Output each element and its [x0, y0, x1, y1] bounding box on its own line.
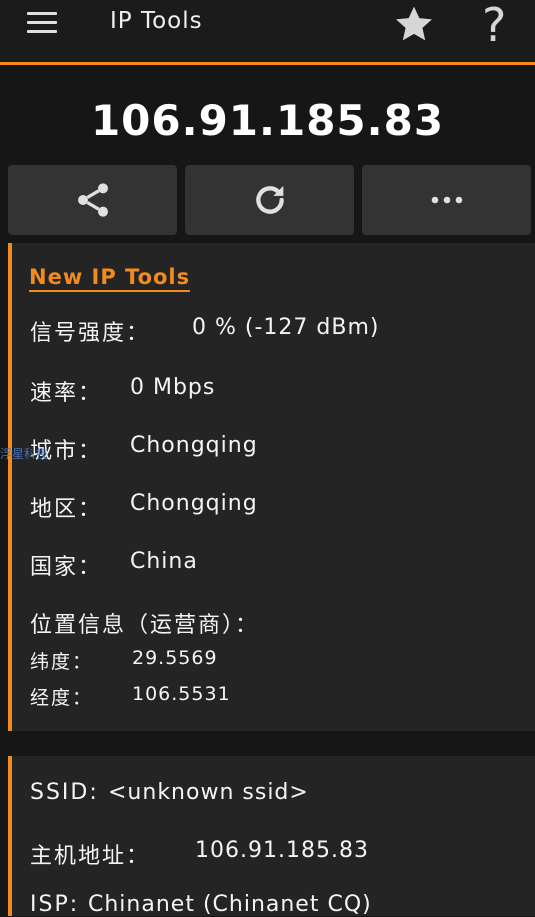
country-value: China: [130, 549, 198, 574]
ssid-value: <unknown ssid>: [108, 780, 309, 805]
host-row: 主机地址： 106.91.185.83: [30, 838, 368, 870]
location-heading-text: 位置信息（运营商）：: [30, 613, 260, 638]
latitude-value: 29.5569: [132, 647, 218, 669]
longitude-label: 经度：: [30, 687, 94, 709]
region-label: 地区：: [30, 497, 103, 522]
host-label: 主机地址：: [30, 844, 151, 869]
app-title: IP Tools: [110, 8, 203, 34]
more-button[interactable]: [362, 165, 531, 235]
city-value: Chongqing: [130, 433, 258, 458]
ssid-row: SSID: <unknown ssid>: [30, 780, 308, 805]
isp-value: Chinanet (Chinanet CQ): [88, 892, 372, 917]
isp-label: ISP:: [30, 892, 80, 917]
more-dots-icon: [431, 196, 462, 204]
ip-info-card: New IP Tools 信号强度： 0 % (-127 dBm) 速率： 0 …: [8, 243, 535, 731]
ssid-label: SSID:: [30, 780, 99, 805]
latitude-label: 纬度：: [30, 651, 94, 673]
country-row: 国家： China: [30, 549, 197, 581]
longitude-row: 经度： 106.5531: [30, 683, 230, 710]
ip-address-display: 106.91.185.83: [90, 96, 445, 145]
share-icon: [77, 183, 108, 217]
app-bar: IP Tools ?: [0, 0, 535, 65]
help-icon[interactable]: ?: [482, 0, 506, 52]
star-icon[interactable]: [392, 2, 436, 46]
share-button[interactable]: [8, 165, 177, 235]
speed-label: 速率：: [30, 381, 103, 406]
speed-value: 0 Mbps: [130, 375, 216, 400]
watermark-text: 浮星科技: [0, 447, 49, 461]
speed-row: 速率： 0 Mbps: [30, 375, 214, 407]
signal-value: 0 % (-127 dBm): [192, 315, 380, 340]
signal-label: 信号强度：: [30, 321, 151, 346]
signal-row: 信号强度： 0 % (-127 dBm): [30, 315, 378, 347]
country-label: 国家：: [30, 555, 103, 580]
network-card: SSID: <unknown ssid> 主机地址： 106.91.185.83…: [8, 756, 535, 917]
host-value: 106.91.185.83: [195, 838, 369, 863]
refresh-button[interactable]: [185, 165, 354, 235]
longitude-value: 106.5531: [132, 683, 231, 705]
region-value: Chongqing: [130, 491, 258, 516]
isp-row: ISP: Chinanet (Chinanet CQ): [30, 892, 371, 917]
new-ip-tools-link[interactable]: New IP Tools: [29, 265, 191, 292]
location-heading: 位置信息（运营商）：: [30, 607, 259, 639]
hamburger-menu-icon[interactable]: [27, 12, 57, 34]
refresh-icon: [255, 185, 284, 214]
region-row: 地区： Chongqing: [30, 491, 257, 523]
latitude-row: 纬度： 29.5569: [30, 647, 217, 674]
